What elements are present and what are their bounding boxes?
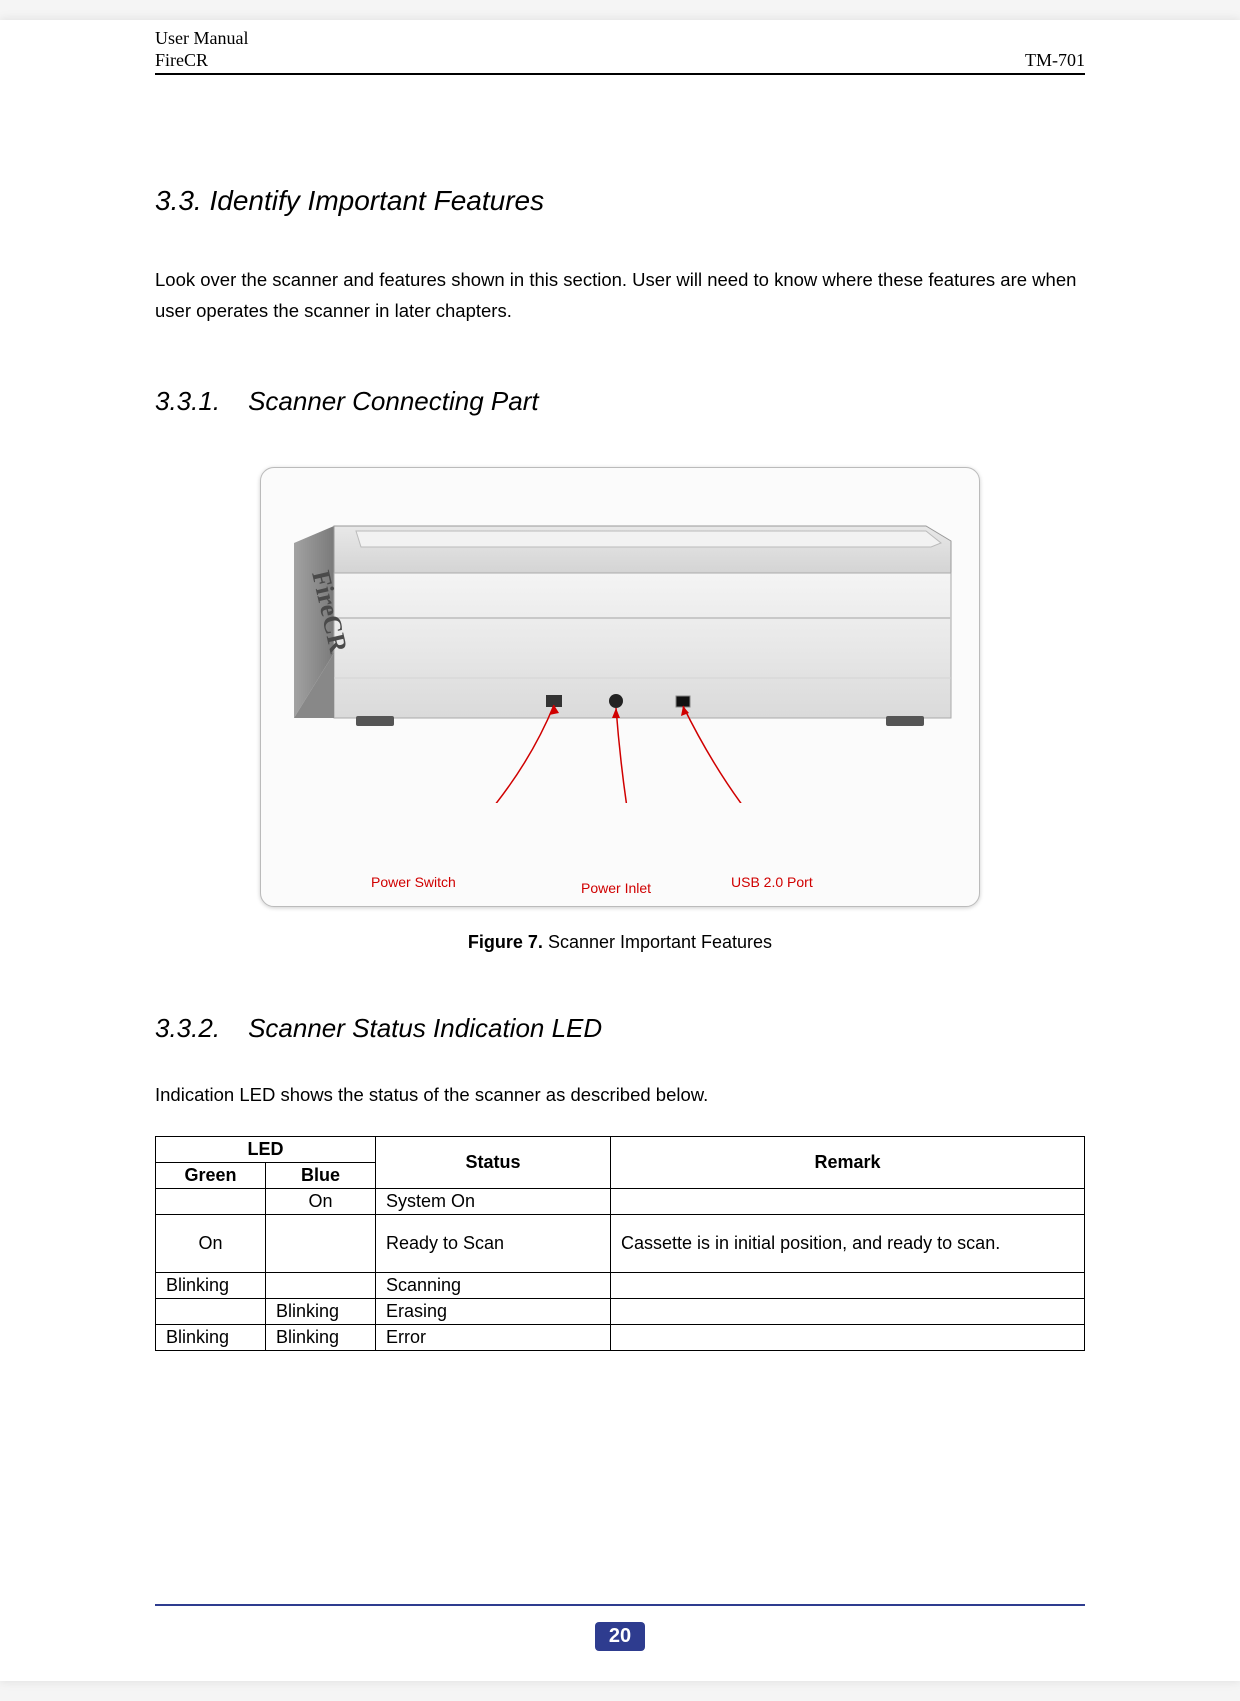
section-heading: 3.3. Identify Important Features: [155, 185, 1085, 217]
cell-green: [156, 1299, 266, 1325]
cell-status: System On: [376, 1189, 611, 1215]
cell-blue: [266, 1273, 376, 1299]
header-doc-type: User Manual: [155, 28, 1085, 50]
callout-power-inlet: Power Inlet: [581, 880, 651, 896]
subsection-1-num: 3.3.1.: [155, 386, 220, 417]
table-row: Blinking Blinking Error: [156, 1325, 1085, 1351]
cell-green: Blinking: [156, 1273, 266, 1299]
footer-rule: [155, 1604, 1085, 1606]
cell-blue: Blinking: [266, 1325, 376, 1351]
cell-green: On: [156, 1215, 266, 1273]
header-doc-code: TM-701: [1025, 50, 1085, 71]
cell-remark: Cassette is in initial position, and rea…: [611, 1215, 1085, 1273]
table-row: Blinking Scanning: [156, 1273, 1085, 1299]
figure-caption: Figure 7. Scanner Important Features: [155, 932, 1085, 953]
header-row: FireCR TM-701: [155, 50, 1085, 75]
th-green: Green: [156, 1163, 266, 1189]
section-intro: Look over the scanner and features shown…: [155, 265, 1085, 326]
cell-blue: On: [266, 1189, 376, 1215]
page-header: User Manual FireCR TM-701: [155, 20, 1085, 75]
scanner-illustration: FireCR: [286, 523, 956, 803]
subsection-1-heading: 3.3.1. Scanner Connecting Part: [155, 386, 1085, 417]
cell-remark: [611, 1273, 1085, 1299]
table-row: On Ready to Scan Cassette is in initial …: [156, 1215, 1085, 1273]
cell-status: Erasing: [376, 1299, 611, 1325]
cell-green: Blinking: [156, 1325, 266, 1351]
figure-caption-bold: Figure 7.: [468, 932, 543, 952]
cell-green: [156, 1189, 266, 1215]
header-product: FireCR: [155, 50, 208, 71]
th-blue: Blue: [266, 1163, 376, 1189]
scanner-figure: FireCR Power Switch Power Inlet USB 2.0 …: [260, 467, 980, 907]
cell-remark: [611, 1299, 1085, 1325]
figure-container: FireCR Power Switch Power Inlet USB 2.0 …: [155, 467, 1085, 953]
th-remark: Remark: [611, 1137, 1085, 1189]
table-row: Blinking Erasing: [156, 1299, 1085, 1325]
figure-caption-text: Scanner Important Features: [543, 932, 772, 952]
cell-remark: [611, 1189, 1085, 1215]
content-area: 3.3. Identify Important Features Look ov…: [155, 75, 1085, 1351]
subsection-2-intro: Indication LED shows the status of the s…: [155, 1084, 1085, 1106]
th-status: Status: [376, 1137, 611, 1189]
cell-status: Ready to Scan: [376, 1215, 611, 1273]
cell-status: Scanning: [376, 1273, 611, 1299]
page-number: 20: [595, 1622, 645, 1651]
led-table: LED Status Remark Green Blue On System O…: [155, 1136, 1085, 1351]
cell-remark: [611, 1325, 1085, 1351]
page: User Manual FireCR TM-701 3.3. Identify …: [0, 20, 1240, 1681]
cell-status: Error: [376, 1325, 611, 1351]
callout-power-switch: Power Switch: [371, 874, 456, 890]
table-row: On System On: [156, 1189, 1085, 1215]
th-led: LED: [156, 1137, 376, 1163]
subsection-2-title: Scanner Status Indication LED: [248, 1013, 602, 1043]
subsection-2-num: 3.3.2.: [155, 1013, 220, 1044]
subsection-2-heading: 3.3.2. Scanner Status Indication LED: [155, 1013, 1085, 1044]
table-header-row-1: LED Status Remark: [156, 1137, 1085, 1163]
callout-usb-port: USB 2.0 Port: [731, 874, 813, 890]
cell-blue: [266, 1215, 376, 1273]
subsection-1-title: Scanner Connecting Part: [248, 386, 539, 416]
page-footer: 20: [0, 1622, 1240, 1651]
cell-blue: Blinking: [266, 1299, 376, 1325]
